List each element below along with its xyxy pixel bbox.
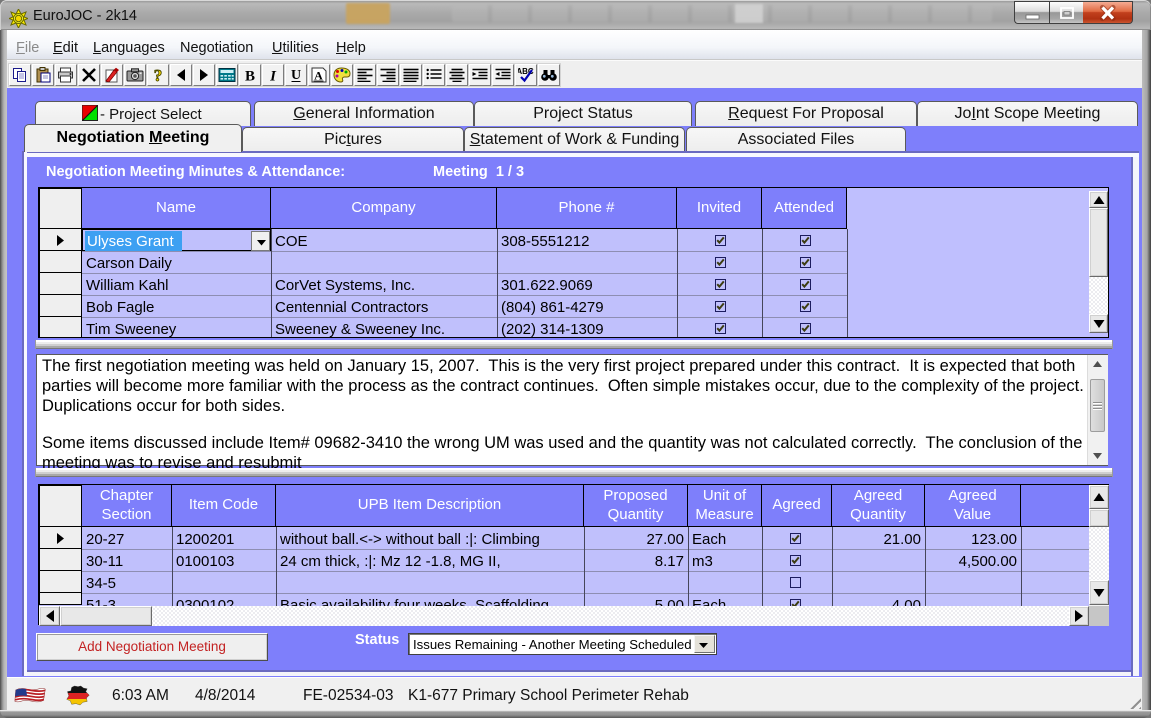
svg-text:B: B: [245, 69, 255, 83]
svg-text:A: A: [314, 69, 323, 83]
svg-text:I: I: [269, 69, 277, 83]
svg-text:?: ?: [154, 67, 163, 84]
svg-text:U: U: [291, 68, 301, 83]
